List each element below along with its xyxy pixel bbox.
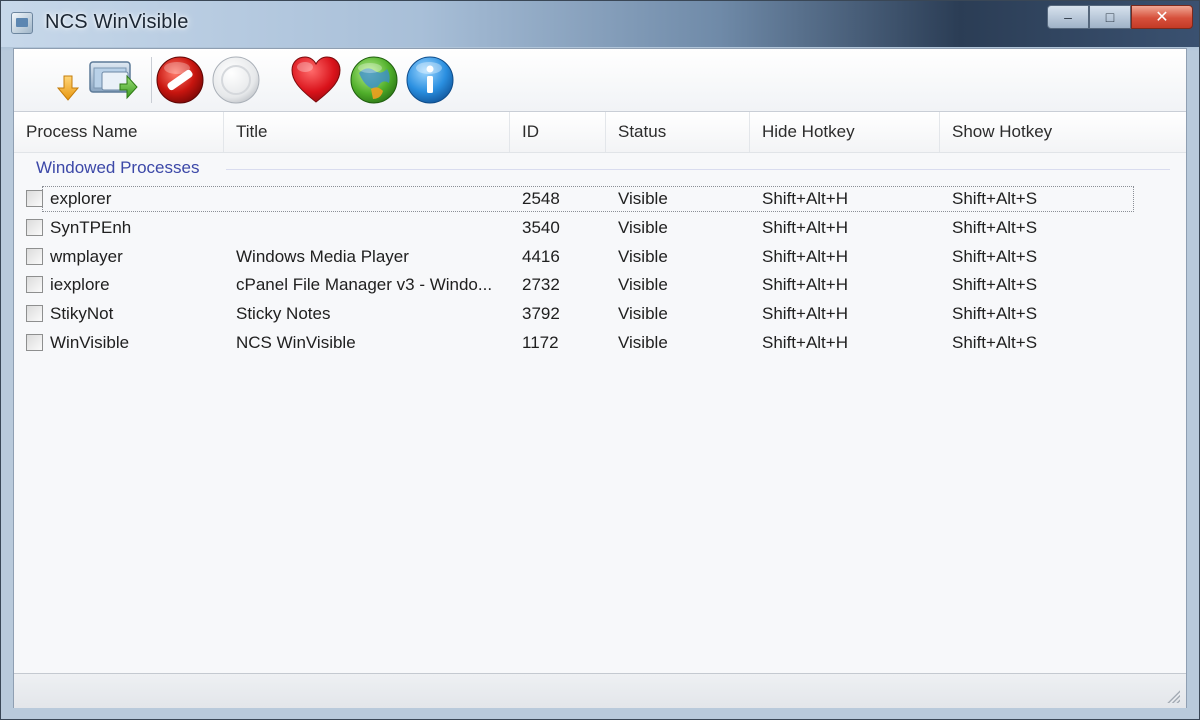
cell-title: NCS WinVisible	[236, 332, 356, 352]
cell-show-hotkey: Shift+Alt+S	[952, 304, 1038, 324]
cell-status: Visible	[618, 275, 668, 295]
no-entry-icon	[156, 56, 204, 104]
cell-process-name: SynTPEnh	[50, 217, 132, 237]
window-title: NCS WinVisible	[45, 11, 189, 33]
cell-title: cPanel File Manager v3 - Windo...	[236, 275, 493, 295]
row-checkbox[interactable]	[26, 247, 43, 265]
caption-buttons: – □ ✕	[1047, 5, 1193, 29]
cell-show-hotkey: Shift+Alt+S	[952, 275, 1038, 295]
cell-hide-hotkey: Shift+Alt+H	[762, 304, 848, 324]
column-header-id[interactable]: ID	[510, 112, 606, 152]
cell-id: 2548	[522, 189, 560, 208]
row-checkbox[interactable]	[26, 305, 43, 323]
group-label: Windowed Processes	[36, 158, 200, 177]
title-bar[interactable]: NCS WinVisible – □ ✕	[1, 1, 1199, 47]
resize-grip[interactable]	[1164, 687, 1180, 703]
app-icon	[11, 12, 33, 34]
status-bar	[14, 673, 1186, 708]
cell-status: Visible	[618, 246, 668, 266]
maximize-icon: □	[1105, 9, 1115, 25]
table-row[interactable]: iexplore cPanel File Manager v3 - Windo.…	[14, 271, 1186, 300]
cell-hide-hotkey: Shift+Alt+H	[762, 217, 848, 237]
minimize-icon: –	[1064, 9, 1072, 25]
row-checkbox[interactable]	[26, 190, 43, 207]
list-header: Process Name Title ID Status Hide Hotkey…	[14, 112, 1186, 153]
cell-id: 1172	[522, 332, 559, 352]
hide-button[interactable]	[154, 54, 206, 106]
group-divider	[226, 169, 1170, 170]
cell-title	[236, 185, 502, 214]
process-list: explorer 2548 Visible Shift+Alt+H Shift+…	[14, 185, 1186, 358]
heart-icon	[291, 56, 341, 103]
column-header-process-name[interactable]: Process Name	[14, 112, 224, 152]
cell-show-hotkey: Shift+Alt+S	[952, 332, 1038, 352]
toolbar	[14, 49, 1186, 112]
cell-show-hotkey: Shift+Alt+S	[952, 189, 1038, 208]
table-row[interactable]: explorer 2548 Visible Shift+Alt+H Shift+…	[14, 185, 1186, 214]
cell-process-name: explorer	[50, 189, 112, 208]
cell-show-hotkey: Shift+Alt+S	[952, 246, 1038, 266]
column-header-hide-hotkey[interactable]: Hide Hotkey	[750, 112, 940, 152]
table-row[interactable]: StikyNot Sticky Notes 3792 Visible Shift…	[14, 300, 1186, 329]
group-header[interactable]: Windowed Processes	[14, 154, 1186, 184]
table-row[interactable]: WinVisible NCS WinVisible 1172 Visible S…	[14, 329, 1186, 358]
row-checkbox[interactable]	[26, 276, 43, 294]
cell-title: Sticky Notes	[236, 304, 331, 324]
cell-process-name: iexplore	[50, 275, 110, 295]
window-download-icon	[56, 61, 138, 101]
cell-hide-hotkey: Shift+Alt+H	[762, 189, 848, 208]
row-checkbox[interactable]	[26, 218, 43, 236]
table-row[interactable]: SynTPEnh 3540 Visible Shift+Alt+H Shift+…	[14, 214, 1186, 243]
cell-hide-hotkey: Shift+Alt+H	[762, 246, 848, 266]
column-header-status[interactable]: Status	[606, 112, 750, 152]
cell-id: 2732	[522, 275, 560, 295]
about-button[interactable]	[404, 54, 456, 106]
minimize-button[interactable]: –	[1047, 5, 1089, 29]
row-checkbox[interactable]	[26, 333, 43, 351]
cell-status: Visible	[618, 304, 668, 324]
refresh-button[interactable]	[48, 54, 144, 106]
cell-id: 4416	[522, 246, 560, 266]
column-header-title[interactable]: Title	[224, 112, 510, 152]
close-icon: ✕	[1155, 9, 1169, 26]
cell-title: Windows Media Player	[236, 246, 409, 266]
cell-status: Visible	[618, 332, 668, 352]
column-header-show-hotkey[interactable]: Show Hotkey	[940, 112, 1186, 152]
cell-id: 3540	[522, 217, 560, 237]
cell-process-name: StikyNot	[50, 304, 114, 324]
maximize-button[interactable]: □	[1089, 5, 1131, 29]
globe-icon	[350, 56, 398, 104]
client-area: Process Name Title ID Status Hide Hotkey…	[13, 48, 1187, 708]
info-icon	[406, 56, 454, 104]
cell-process-name: WinVisible	[50, 332, 130, 352]
close-button[interactable]: ✕	[1131, 5, 1193, 29]
cell-hide-hotkey: Shift+Alt+H	[762, 275, 848, 295]
cell-title	[236, 214, 502, 243]
cell-status: Visible	[618, 189, 668, 208]
cell-hide-hotkey: Shift+Alt+H	[762, 332, 848, 352]
cell-id: 3792	[522, 304, 560, 324]
cell-process-name: wmplayer	[50, 246, 123, 266]
web-button[interactable]	[348, 54, 400, 106]
empty-circle-icon	[212, 56, 260, 104]
favorite-button[interactable]	[290, 54, 342, 106]
app-window: NCS WinVisible – □ ✕ Process Name Title …	[0, 0, 1200, 720]
table-row[interactable]: wmplayer Windows Media Player 4416 Visib…	[14, 243, 1186, 272]
cell-status: Visible	[618, 217, 668, 237]
show-button[interactable]	[210, 54, 262, 106]
toolbar-separator	[151, 57, 152, 103]
cell-show-hotkey: Shift+Alt+S	[952, 217, 1038, 237]
